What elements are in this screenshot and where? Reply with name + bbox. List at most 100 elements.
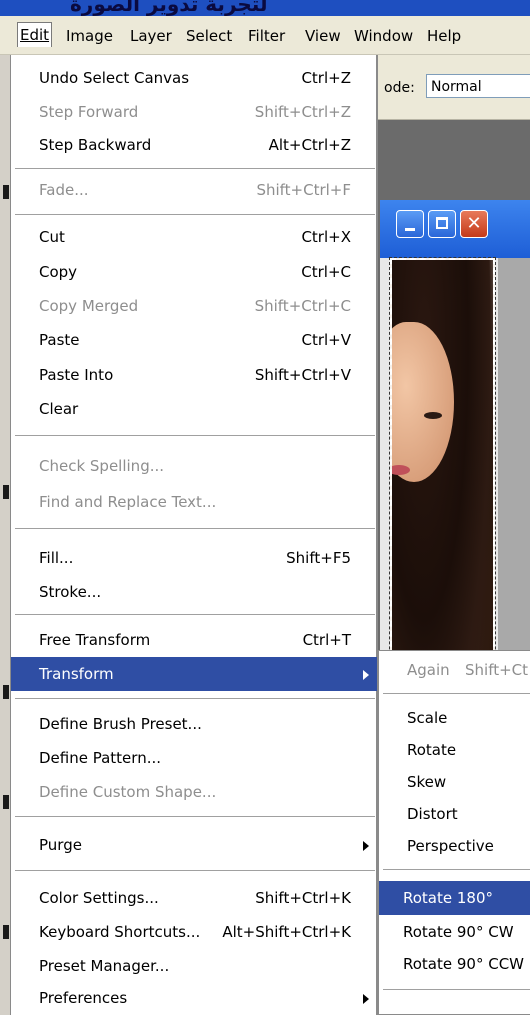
menu-item-step-forward[interactable]: Step Forward Shift+Ctrl+Z	[11, 95, 377, 129]
submenu-item-distort[interactable]: Distort	[379, 797, 530, 831]
menu-item-define-pattern[interactable]: Define Pattern...	[11, 741, 377, 775]
menu-item-clear[interactable]: Clear	[11, 392, 377, 426]
menu-layer[interactable]: Layer	[128, 24, 174, 48]
menu-item-shortcut: Shift+Ctrl+C	[254, 297, 351, 315]
menu-item-shortcut: Ctrl+X	[301, 228, 351, 246]
menu-separator	[383, 989, 530, 991]
mode-select[interactable]: Normal	[426, 74, 530, 98]
menu-item-label: Define Custom Shape...	[39, 783, 217, 801]
submenu-item-label: Rotate 90° CCW	[403, 955, 525, 973]
tool-icon[interactable]	[3, 795, 9, 809]
menu-bar: Edit Image Layer Select Filter View Wind…	[0, 16, 530, 55]
submenu-item-rotate-90-cw[interactable]: Rotate 90° CW	[379, 915, 530, 949]
menu-item-label: Fill...	[39, 549, 74, 567]
minimize-button[interactable]	[396, 210, 424, 238]
menu-item-copy[interactable]: Copy Ctrl+C	[11, 255, 377, 289]
close-button[interactable]: ✕	[460, 210, 488, 238]
tool-icon[interactable]	[3, 925, 9, 939]
tool-icon[interactable]	[3, 685, 9, 699]
menu-image[interactable]: Image	[64, 24, 115, 48]
menu-item-shortcut: Shift+Ctrl+V	[254, 366, 351, 384]
menu-item-transform[interactable]: Transform	[11, 657, 377, 691]
menu-item-shortcut: Shift+Ctrl+Z	[254, 103, 351, 121]
submenu-item-rotate[interactable]: Rotate	[379, 733, 530, 767]
menu-item-label: Paste	[39, 331, 80, 349]
close-icon: ✕	[466, 213, 482, 234]
menu-item-shortcut: Alt+Ctrl+Z	[268, 136, 351, 154]
menu-select[interactable]: Select	[184, 24, 234, 48]
menu-view[interactable]: View	[303, 24, 343, 48]
menu-item-preset-manager[interactable]: Preset Manager...	[11, 949, 377, 983]
submenu-item-label: Scale	[407, 709, 448, 727]
menu-item-step-backward[interactable]: Step Backward Alt+Ctrl+Z	[11, 128, 377, 162]
menu-item-find-replace[interactable]: Find and Replace Text...	[11, 485, 377, 519]
menu-separator	[15, 698, 375, 700]
edit-menu: Undo Select Canvas Ctrl+Z Step Forward S…	[10, 55, 378, 1015]
menu-item-fill[interactable]: Fill... Shift+F5	[11, 541, 377, 575]
submenu-item-shortcut: Shift+Ct	[465, 661, 529, 679]
menu-item-label: Clear	[39, 400, 79, 418]
menu-item-define-brush[interactable]: Define Brush Preset...	[11, 707, 377, 741]
submenu-item-label: Again	[407, 661, 450, 679]
submenu-item-rotate-180[interactable]: Rotate 180°	[379, 881, 530, 915]
submenu-item-label: Distort	[407, 805, 458, 823]
submenu-arrow-icon	[363, 670, 369, 680]
submenu-item-perspective[interactable]: Perspective	[379, 829, 530, 863]
menu-item-label: Fade...	[39, 181, 89, 199]
photo-eye	[424, 412, 442, 419]
menu-item-undo[interactable]: Undo Select Canvas Ctrl+Z	[11, 61, 377, 95]
menu-item-copy-merged[interactable]: Copy Merged Shift+Ctrl+C	[11, 289, 377, 323]
submenu-item-label: Perspective	[407, 837, 494, 855]
menu-separator	[383, 693, 530, 695]
menu-separator	[15, 870, 375, 872]
menu-item-label: Step Backward	[39, 136, 152, 154]
menu-item-paste[interactable]: Paste Ctrl+V	[11, 323, 377, 357]
menu-item-label: Undo Select Canvas	[39, 69, 190, 87]
menu-item-cut[interactable]: Cut Ctrl+X	[11, 220, 377, 254]
document-title-bar[interactable]: ✕	[380, 200, 530, 258]
menu-help[interactable]: Help	[425, 24, 463, 48]
menu-item-shortcut: Shift+F5	[286, 549, 351, 567]
menu-separator	[15, 816, 375, 818]
submenu-item-scale[interactable]: Scale	[379, 701, 530, 735]
menu-item-keyboard-shortcuts[interactable]: Keyboard Shortcuts... Alt+Shift+Ctrl+K	[11, 915, 377, 949]
menu-item-label: Copy	[39, 263, 78, 281]
menu-item-label: Define Pattern...	[39, 749, 161, 767]
menu-filter[interactable]: Filter	[246, 24, 287, 48]
menu-item-fade[interactable]: Fade... Shift+Ctrl+F	[11, 173, 377, 207]
menu-item-shortcut: Shift+Ctrl+F	[256, 181, 351, 199]
menu-item-color-settings[interactable]: Color Settings... Shift+Ctrl+K	[11, 881, 377, 915]
menu-item-label: Cut	[39, 228, 65, 246]
submenu-item-rotate-90-ccw[interactable]: Rotate 90° CCW	[379, 947, 530, 981]
menu-item-shortcut: Shift+Ctrl+K	[255, 889, 351, 907]
tool-icon[interactable]	[3, 185, 9, 199]
menu-separator	[15, 214, 375, 216]
menu-item-free-transform[interactable]: Free Transform Ctrl+T	[11, 623, 377, 657]
transform-submenu: Again Shift+Ct Scale Rotate Skew Distort…	[378, 650, 530, 1015]
menu-edit[interactable]: Edit	[17, 22, 53, 47]
menu-item-shortcut: Ctrl+C	[301, 263, 351, 281]
menu-item-preferences[interactable]: Preferences	[11, 981, 377, 1015]
menu-window[interactable]: Window	[352, 24, 415, 48]
menu-separator	[383, 869, 530, 871]
menu-item-label: Keyboard Shortcuts...	[39, 923, 201, 941]
window-title: لتجربة تدوير الصورة	[70, 0, 268, 16]
menu-item-stroke[interactable]: Stroke...	[11, 575, 377, 609]
tool-icon[interactable]	[3, 485, 9, 499]
maximize-button[interactable]	[428, 210, 456, 238]
submenu-item-skew[interactable]: Skew	[379, 765, 530, 799]
menu-item-label: Preset Manager...	[39, 957, 170, 975]
menu-item-define-shape[interactable]: Define Custom Shape...	[11, 775, 377, 809]
submenu-item-again[interactable]: Again Shift+Ct	[379, 653, 530, 687]
menu-item-paste-into[interactable]: Paste Into Shift+Ctrl+V	[11, 358, 377, 392]
submenu-arrow-icon	[363, 841, 369, 851]
submenu-item-label: Rotate 90° CW	[403, 923, 514, 941]
submenu-item-label: Rotate 180°	[403, 889, 494, 907]
window-title-bar: لتجربة تدوير الصورة	[0, 0, 530, 16]
menu-item-purge[interactable]: Purge	[11, 828, 377, 862]
menu-item-label: Preferences	[39, 989, 128, 1007]
menu-separator	[15, 435, 375, 437]
menu-item-check-spelling[interactable]: Check Spelling...	[11, 449, 377, 483]
menu-item-shortcut: Ctrl+Z	[301, 69, 351, 87]
menu-item-label: Check Spelling...	[39, 457, 165, 475]
